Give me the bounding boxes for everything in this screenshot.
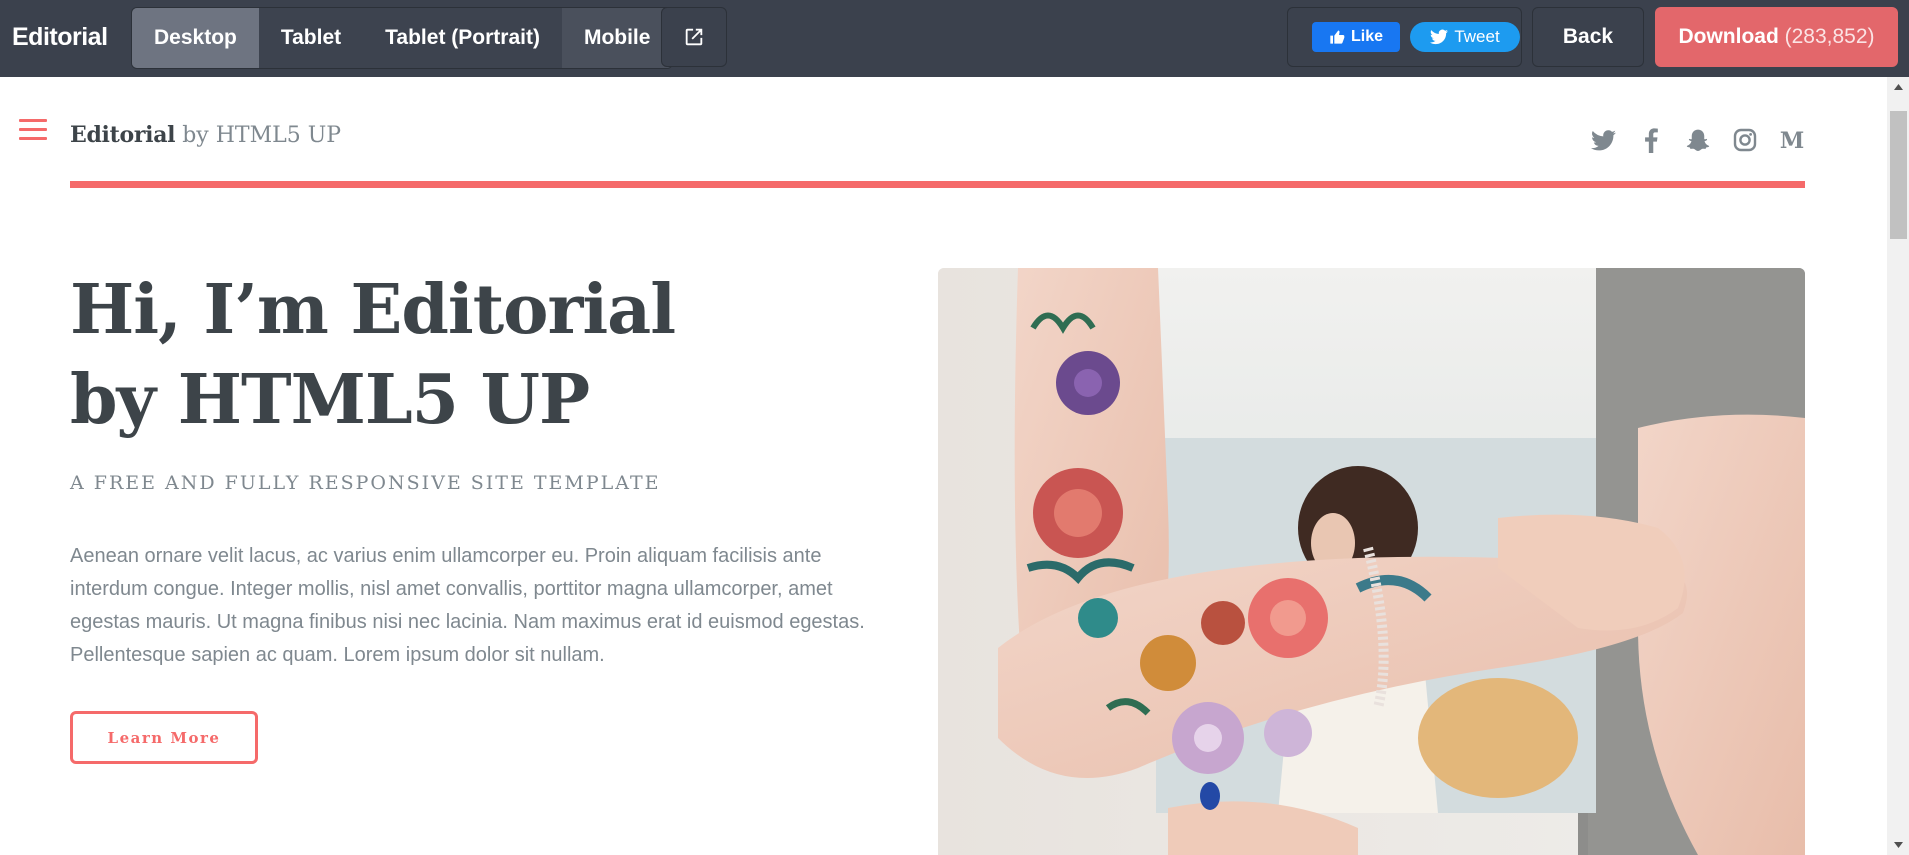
page-subtitle: A free and fully responsive site templat… [70,472,661,494]
intro-paragraph: Aenean ornare velit lacus, ac varius eni… [70,545,865,666]
scroll-down-arrow-icon[interactable] [1887,835,1909,855]
header-divider [70,181,1805,188]
device-desktop-button[interactable]: Desktop [132,8,259,68]
instagram-icon[interactable] [1731,127,1758,154]
facebook-like-label: Like [1350,28,1383,45]
preview-toolbar: Editorial Desktop Tablet Tablet (Portrai… [0,0,1909,77]
social-share-group: Like Tweet [1287,7,1522,67]
menu-toggle-icon[interactable] [19,119,47,143]
download-label: Download [1678,25,1779,48]
site-logo-by: by HTML5 UP [182,123,342,148]
device-tablet-button[interactable]: Tablet [258,8,364,68]
template-title: Editorial [12,23,108,51]
twitter-icon[interactable] [1590,127,1617,154]
external-link-icon [685,28,703,46]
svg-text:M: M [1779,129,1803,151]
page-title-line-2: by HTML5 UP [70,360,590,440]
scrollbar-thumb[interactable] [1890,111,1907,239]
facebook-icon[interactable] [1637,127,1664,154]
download-button[interactable]: Download (283,852) [1655,7,1898,67]
twitter-tweet-button[interactable]: Tweet [1410,22,1520,52]
page-title-line-1: Hi, I’m Editorial [70,270,676,350]
site-logo[interactable]: Editorial by HTML5 UP [70,122,341,148]
twitter-bird-icon [1430,29,1449,45]
page-scrollbar[interactable] [1887,77,1909,855]
scroll-up-arrow-icon[interactable] [1887,77,1909,97]
page-title: Hi, I’m Editorial by HTML5 UP [70,265,870,445]
snapchat-icon[interactable] [1684,127,1711,154]
medium-icon[interactable]: M [1778,127,1805,154]
facebook-like-button[interactable]: Like [1312,22,1400,52]
open-external-button[interactable] [661,7,727,67]
thumbs-up-icon [1330,30,1345,44]
back-button[interactable]: Back [1532,7,1644,67]
social-icons: M [1590,126,1805,154]
site-logo-name: Editorial [70,122,176,148]
learn-more-button[interactable]: Learn More [70,711,258,764]
hero-image [938,268,1805,855]
device-switcher: Desktop Tablet Tablet (Portrait) Mobile [131,7,674,69]
device-tablet-portrait-button[interactable]: Tablet (Portrait) [363,8,562,68]
twitter-tweet-label: Tweet [1454,27,1500,46]
device-mobile-button[interactable]: Mobile [561,8,673,68]
download-count: (283,852) [1784,25,1875,48]
